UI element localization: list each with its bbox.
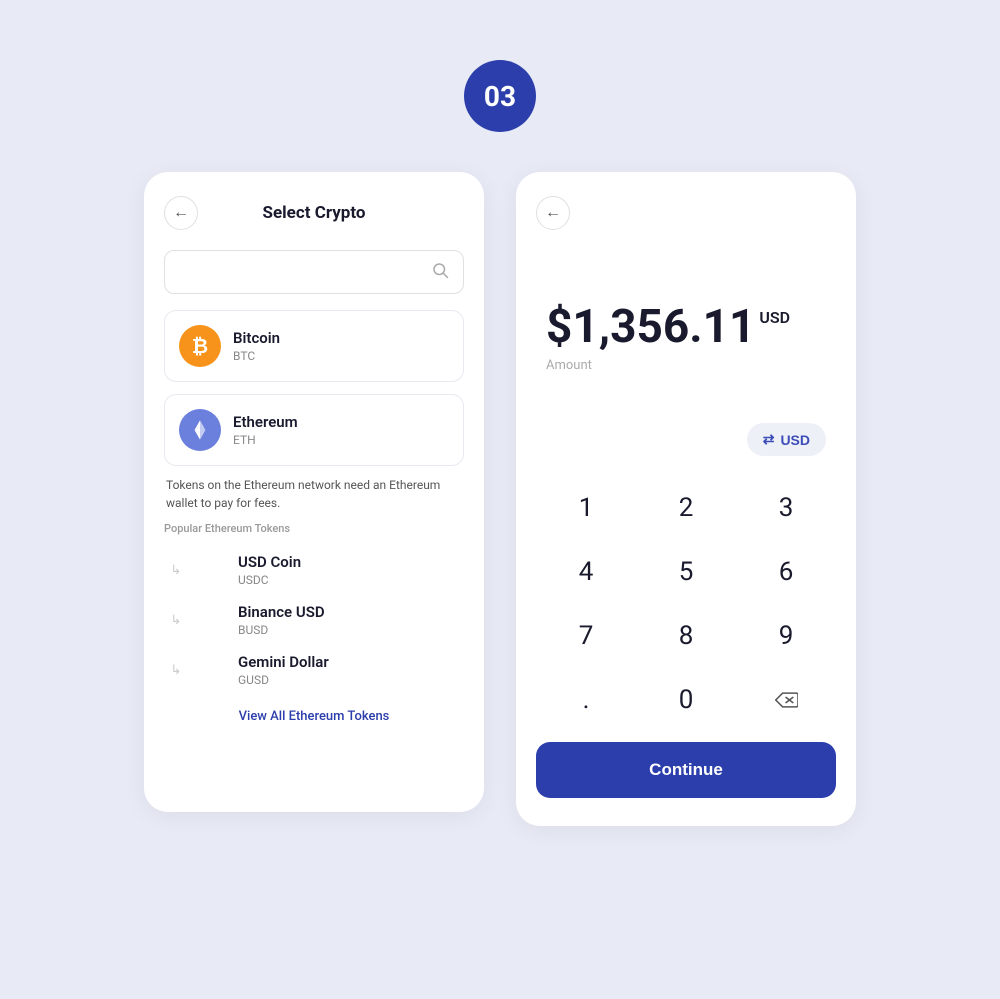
key-7[interactable]: 7: [536, 604, 636, 668]
search-box[interactable]: [164, 250, 464, 294]
gusd-name: Gemini Dollar: [238, 653, 329, 671]
ethereum-item[interactable]: Ethereum ETH: [164, 394, 464, 466]
numpad: 1 2 3 4 5 6 7 8 9 . 0: [536, 476, 836, 732]
currency-toggle-row: ⇄ USD: [536, 423, 836, 456]
right-back-button[interactable]: ←: [536, 196, 570, 230]
key-4[interactable]: 4: [536, 540, 636, 604]
btc-icon: ₿: [179, 325, 221, 367]
left-panel-title: Select Crypto: [263, 203, 366, 223]
gusd-item[interactable]: ↳ G Gemini Dollar GUSD: [164, 645, 464, 695]
continue-button[interactable]: Continue: [536, 742, 836, 798]
indent-icon-busd: ↳: [168, 613, 184, 628]
busd-name: Binance USD: [238, 603, 325, 621]
usdc-symbol: USDC: [238, 573, 301, 587]
key-1[interactable]: 1: [536, 476, 636, 540]
busd-icon: ◆: [194, 603, 228, 637]
usdc-info: USD Coin USDC: [238, 553, 301, 587]
view-all-link[interactable]: View All Ethereum Tokens: [164, 709, 464, 724]
key-2[interactable]: 2: [636, 476, 736, 540]
search-input[interactable]: [179, 264, 431, 281]
currency-toggle-icon: ⇄: [763, 431, 775, 448]
amount-panel: ← $1,356.11USD Amount ⇄ USD 1 2 3 4 5 6 …: [516, 172, 856, 826]
busd-item[interactable]: ↳ ◆ Binance USD BUSD: [164, 595, 464, 645]
eth-name: Ethereum: [233, 413, 298, 431]
eth-icon: [179, 409, 221, 451]
amount-value-row: $1,356.11USD: [546, 300, 826, 354]
indent-icon-usdc: ↳: [168, 563, 184, 578]
usdc-name: USD Coin: [238, 553, 301, 571]
step-badge: 03: [464, 60, 536, 132]
eth-info: Ethereum ETH: [233, 413, 298, 447]
key-backspace[interactable]: [736, 668, 836, 732]
amount-currency: USD: [759, 308, 790, 327]
key-3[interactable]: 3: [736, 476, 836, 540]
eth-note: Tokens on the Ethereum network need an E…: [164, 476, 464, 512]
usdc-item[interactable]: ↳ $ USD Coin USDC: [164, 545, 464, 595]
btc-name: Bitcoin: [233, 329, 280, 347]
popular-label: Popular Ethereum Tokens: [164, 522, 464, 535]
ethereum-section: Ethereum ETH Tokens on the Ethereum netw…: [164, 394, 464, 724]
currency-toggle-label: USD: [780, 432, 810, 448]
busd-symbol: BUSD: [238, 623, 325, 637]
btc-info: Bitcoin BTC: [233, 329, 280, 363]
currency-toggle-button[interactable]: ⇄ USD: [747, 423, 826, 456]
amount-number: $1,356.11: [546, 300, 755, 354]
gusd-info: Gemini Dollar GUSD: [238, 653, 329, 687]
panels-row: ← Select Crypto ₿ Bitcoin BTC: [0, 172, 1000, 826]
key-dot[interactable]: .: [536, 668, 636, 732]
amount-label: Amount: [536, 358, 836, 373]
left-panel-header: ← Select Crypto: [164, 196, 464, 230]
gusd-icon: G: [194, 653, 228, 687]
amount-display: $1,356.11USD: [536, 280, 836, 354]
key-8[interactable]: 8: [636, 604, 736, 668]
search-icon: [431, 261, 449, 283]
left-back-button[interactable]: ←: [164, 196, 198, 230]
busd-info: Binance USD BUSD: [238, 603, 325, 637]
right-panel-header: ←: [536, 196, 836, 230]
key-5[interactable]: 5: [636, 540, 736, 604]
key-0[interactable]: 0: [636, 668, 736, 732]
key-6[interactable]: 6: [736, 540, 836, 604]
btc-symbol: BTC: [233, 349, 280, 363]
usdc-icon: $: [194, 553, 228, 587]
select-crypto-panel: ← Select Crypto ₿ Bitcoin BTC: [144, 172, 484, 812]
eth-symbol: ETH: [233, 433, 298, 447]
gusd-symbol: GUSD: [238, 673, 329, 687]
bitcoin-item[interactable]: ₿ Bitcoin BTC: [164, 310, 464, 382]
key-9[interactable]: 9: [736, 604, 836, 668]
indent-icon-gusd: ↳: [168, 663, 184, 678]
